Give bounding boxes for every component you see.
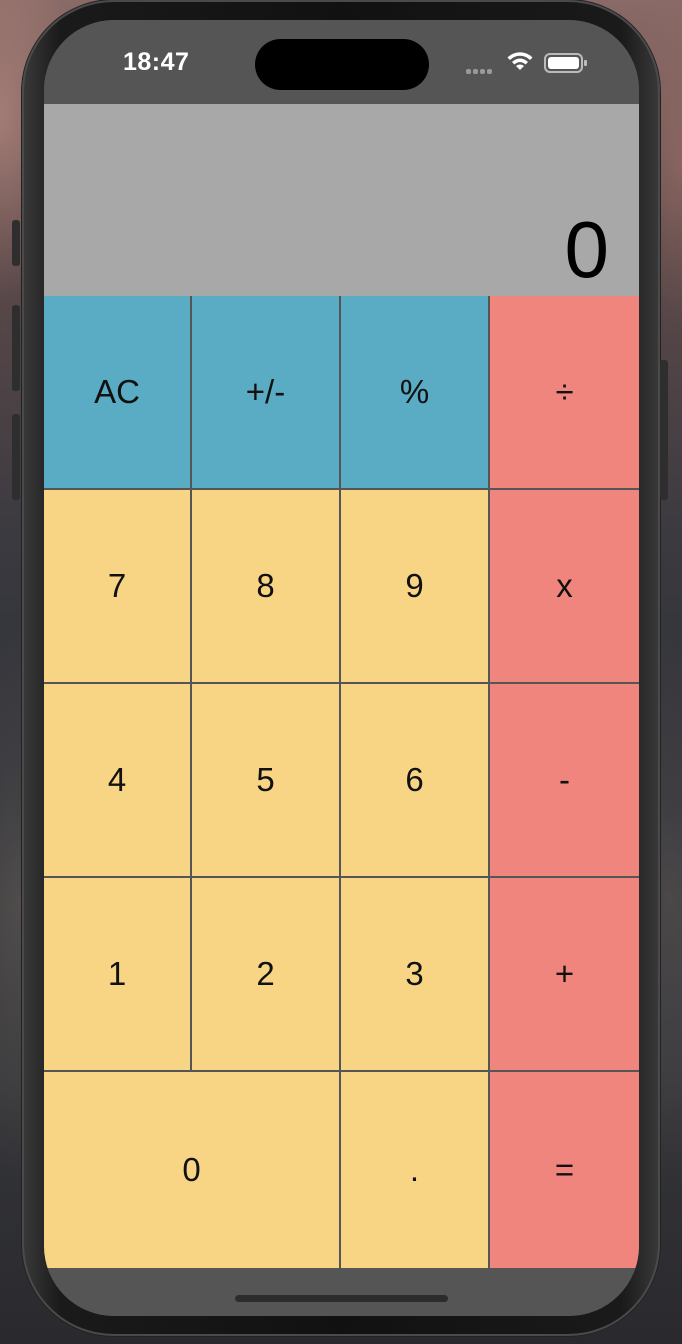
decimal-button[interactable]: . — [341, 1072, 490, 1268]
multiply-button[interactable]: x — [490, 490, 639, 684]
home-bar-area — [44, 1268, 639, 1316]
digit-4-button[interactable]: 4 — [44, 684, 192, 878]
dynamic-island — [255, 39, 429, 90]
divide-button[interactable]: ÷ — [490, 296, 639, 490]
digit-9-button[interactable]: 9 — [341, 490, 490, 684]
power-button — [660, 360, 668, 500]
add-button[interactable]: + — [490, 878, 639, 1072]
digit-2-button[interactable]: 2 — [192, 878, 341, 1072]
phone-screen: 18:47 0 AC +/-% ÷ 7 8 9 x 4 5 6- 1 2 3 +0. = — [44, 20, 639, 1316]
cellular-signal-icon — [466, 66, 496, 74]
calculator-keypad: AC +/-% ÷ 7 8 9 x 4 5 6- 1 2 3 +0. = — [44, 296, 639, 1268]
battery-icon — [544, 53, 587, 73]
digit-1-button[interactable]: 1 — [44, 878, 192, 1072]
volume-up-button — [12, 305, 20, 391]
digit-8-button[interactable]: 8 — [192, 490, 341, 684]
status-bar: 18:47 — [44, 20, 639, 104]
all-clear-button[interactable]: AC — [44, 296, 192, 490]
percent-button[interactable]: % — [341, 296, 490, 490]
display-value: 0 — [564, 205, 610, 294]
status-time: 18:47 — [123, 48, 190, 76]
equals-button[interactable]: = — [490, 1072, 639, 1268]
digit-7-button[interactable]: 7 — [44, 490, 192, 684]
digit-0-button[interactable]: 0 — [44, 1072, 341, 1268]
toggle-sign-button[interactable]: +/- — [192, 296, 341, 490]
digit-5-button[interactable]: 5 — [192, 684, 341, 878]
volume-down-button — [12, 414, 20, 500]
home-indicator[interactable] — [235, 1295, 448, 1302]
digit-6-button[interactable]: 6 — [341, 684, 490, 878]
calculator-display: 0 — [44, 104, 639, 298]
digit-3-button[interactable]: 3 — [341, 878, 490, 1072]
action-button — [12, 220, 20, 266]
subtract-button[interactable]: - — [490, 684, 639, 878]
wifi-icon — [507, 52, 533, 70]
